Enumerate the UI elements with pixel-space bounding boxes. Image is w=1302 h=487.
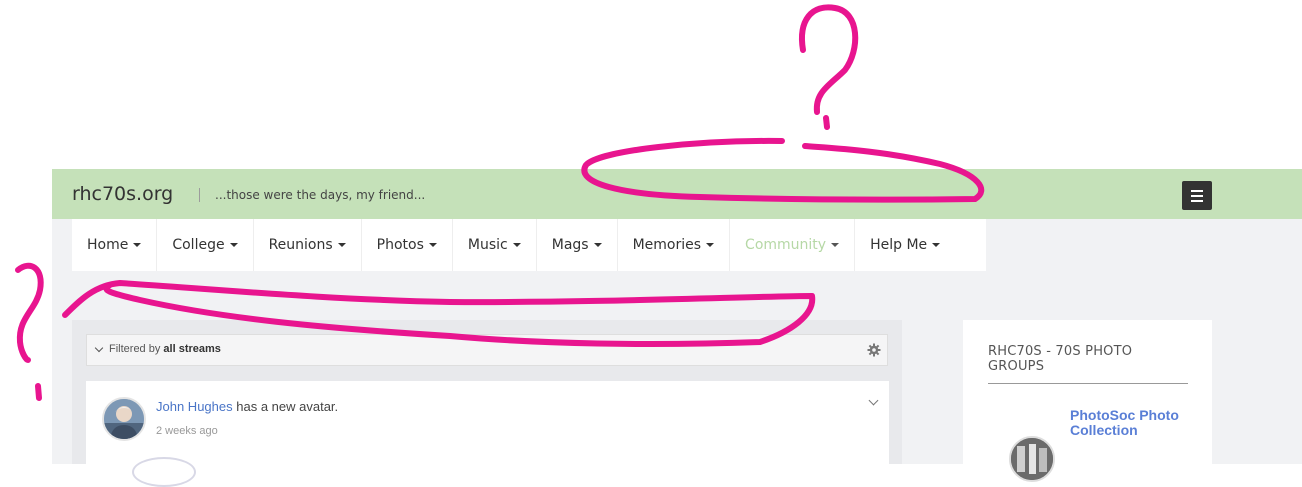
chevron-down-icon[interactable] <box>94 343 104 353</box>
caret-down-icon <box>337 243 346 247</box>
hamburger-icon <box>1191 190 1203 192</box>
nav-item-help-me[interactable]: Help Me <box>855 219 955 271</box>
avatar[interactable] <box>102 397 146 441</box>
nav-item-label: Community <box>745 237 827 253</box>
caret-down-icon <box>706 243 715 247</box>
nav-item-label: Help Me <box>870 237 928 253</box>
annotation-mark-1: ? <box>0 0 1 1</box>
hamburger-menu-button[interactable] <box>1182 181 1212 210</box>
scribble-question-left-dot <box>35 383 42 401</box>
caret-down-icon <box>831 243 840 247</box>
nav-item-college[interactable]: College <box>157 219 254 271</box>
main-nav: Home College Reunions Photos Music Mags … <box>72 219 986 271</box>
nav-item-label: Home <box>87 237 129 253</box>
site-title[interactable]: rhc70s.org <box>72 183 173 205</box>
gear-icon[interactable] <box>867 343 881 357</box>
header-divider <box>199 188 200 202</box>
nav-item-mags[interactable]: Mags <box>537 219 618 271</box>
stream-filter-bar[interactable]: Filtered by all streams <box>86 334 888 366</box>
filter-value[interactable]: all streams <box>163 343 220 355</box>
activity-action: has a new avatar. <box>236 399 339 414</box>
nav-item-community[interactable]: Community <box>730 219 856 271</box>
scribble-question-top <box>799 4 859 115</box>
caret-down-icon <box>512 243 521 247</box>
caret-down-icon <box>133 243 142 247</box>
caret-down-icon <box>593 243 602 247</box>
site-header: rhc70s.org ...those were the days, my fr… <box>52 169 1302 219</box>
divider <box>988 383 1188 384</box>
nav-item-label: Music <box>467 237 508 253</box>
filter-label: Filtered by all streams <box>109 343 221 355</box>
group-photo <box>1011 438 1053 480</box>
attached-avatar <box>132 457 196 487</box>
nav-item-home[interactable]: Home <box>72 219 158 271</box>
nav-item-label: Memories <box>632 237 702 253</box>
site-tagline: ...those were the days, my friend... <box>215 188 426 202</box>
activity-text: John Hughes has a new avatar. <box>156 399 338 414</box>
group-avatar[interactable] <box>1009 436 1055 482</box>
avatar-photo <box>104 399 144 439</box>
scribble-question-left <box>15 262 44 363</box>
activity-user-link[interactable]: John Hughes <box>156 399 233 414</box>
nav-item-memories[interactable]: Memories <box>618 219 731 271</box>
sidebar-title: RHC70S - 70S PHOTO GROUPS <box>988 344 1133 374</box>
nav-item-label: College <box>172 237 225 253</box>
scribble-question-top-dot <box>823 115 830 130</box>
sidebar-widget: RHC70S - 70S PHOTO GROUPS PhotoSoc Photo… <box>963 320 1212 482</box>
nav-item-label: Mags <box>551 237 589 253</box>
activity-item: John Hughes has a new avatar. 2 weeks ag… <box>86 381 889 487</box>
caret-down-icon <box>428 243 437 247</box>
nav-item-label: Reunions <box>268 237 333 253</box>
nav-item-music[interactable]: Music <box>453 219 537 271</box>
nav-item-label: Photos <box>376 237 424 253</box>
activity-timestamp: 2 weeks ago <box>156 425 218 437</box>
caret-down-icon <box>229 243 238 247</box>
annotation-mark-2: ? <box>0 0 1 1</box>
group-name-link[interactable]: PhotoSoc Photo Collection <box>1070 408 1180 438</box>
nav-item-photos[interactable]: Photos <box>362 219 453 271</box>
caret-down-icon <box>932 243 941 247</box>
chevron-down-icon[interactable] <box>868 395 879 406</box>
nav-item-reunions[interactable]: Reunions <box>254 219 362 271</box>
